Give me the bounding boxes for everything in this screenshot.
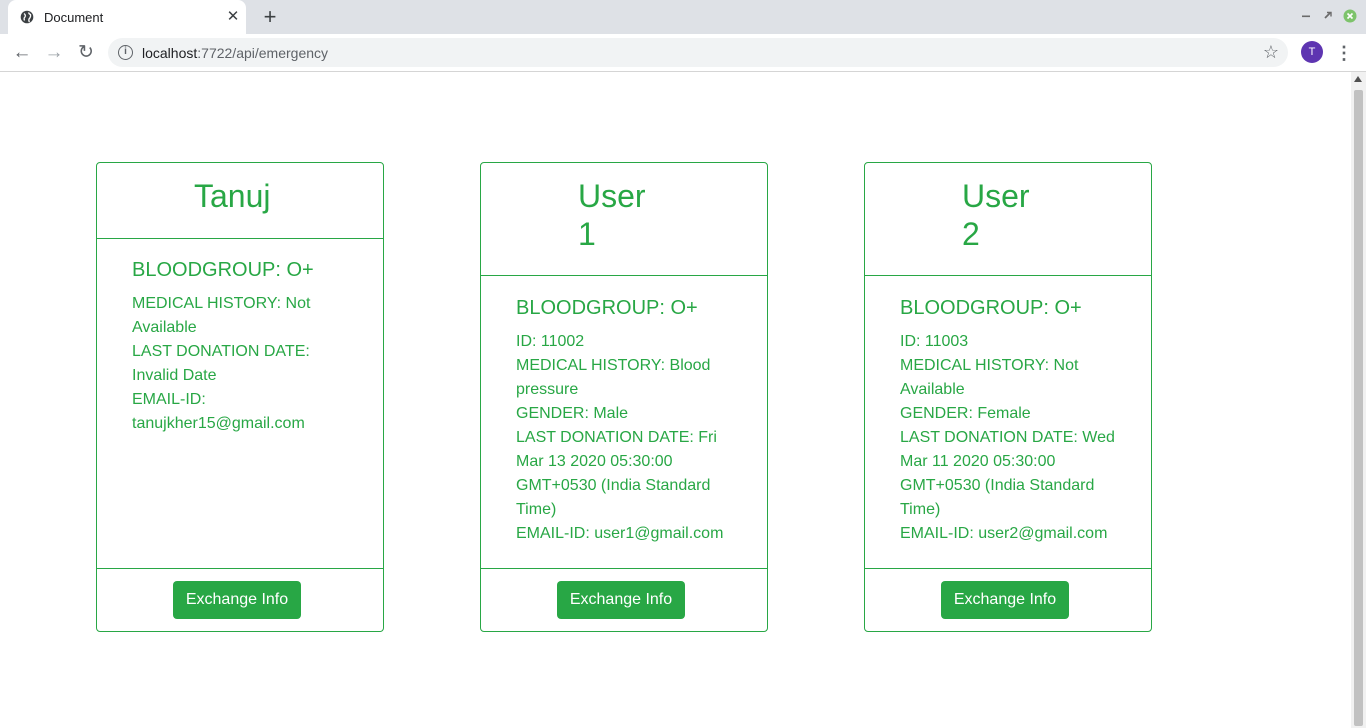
info-line: LAST DONATION DATE:: [132, 343, 310, 360]
bookmark-star-icon[interactable]: ☆: [1262, 43, 1280, 61]
card-footer: Exchange Info: [481, 568, 767, 631]
info-line: EMAIL-ID: user1@gmail.com: [516, 525, 724, 542]
browser-tab[interactable]: Document ✕: [8, 0, 246, 34]
donor-card-user2: User 2 BLOODGROUP: O+ ID: 11003 MEDICAL …: [864, 162, 1152, 632]
donor-name-line: 1: [578, 216, 596, 252]
card-body: BLOODGROUP: O+ MEDICAL HISTORY: Not Avai…: [132, 258, 357, 436]
card-header: User 1: [481, 163, 767, 276]
card-footer: Exchange Info: [97, 568, 383, 631]
bloodgroup: BLOODGROUP: O+: [132, 259, 314, 281]
page-viewport: Tanuj BLOODGROUP: O+ MEDICAL HISTORY: No…: [0, 72, 1351, 728]
donor-name-line: User: [578, 178, 646, 214]
vertical-scrollbar[interactable]: [1351, 72, 1366, 728]
minimize-icon[interactable]: [1299, 9, 1313, 23]
info-line: Mar 13 2020 05:30:00: [516, 453, 673, 470]
donor-card-user1: User 1 BLOODGROUP: O+ ID: 11002 MEDICAL …: [480, 162, 768, 632]
bloodgroup: BLOODGROUP: O+: [516, 297, 698, 319]
scroll-up-arrow-icon[interactable]: [1354, 76, 1362, 82]
info-line: GMT+0530 (India Standard: [900, 477, 1095, 494]
address-bar[interactable]: i localhost:7722/api/emergency ☆: [108, 38, 1288, 67]
url-host: localhost: [142, 45, 198, 61]
url-path: :7722/api/emergency: [197, 45, 329, 61]
info-line: Available: [900, 381, 965, 398]
info-line: LAST DONATION DATE: Wed: [900, 429, 1115, 446]
card-body: BLOODGROUP: O+ ID: 11002 MEDICAL HISTORY…: [516, 296, 741, 546]
info-line: ID: 11002: [516, 333, 585, 350]
info-line: LAST DONATION DATE: Fri: [516, 429, 717, 446]
info-line: GENDER: Male: [516, 405, 629, 422]
menu-dots-icon[interactable]: ⋮: [1334, 40, 1354, 66]
globe-icon: [20, 10, 34, 24]
card-header: Tanuj: [97, 163, 383, 239]
tab-strip: Document ✕ +: [0, 0, 1366, 34]
info-line: EMAIL-ID: user2@gmail.com: [900, 525, 1108, 542]
tab-title: Document: [44, 10, 104, 25]
info-line: MEDICAL HISTORY: Not: [132, 295, 311, 312]
info-line: MEDICAL HISTORY: Blood: [516, 357, 711, 374]
forward-arrow-icon[interactable]: →: [41, 40, 67, 66]
donor-name-line: 2: [962, 216, 980, 252]
info-line: Invalid Date: [132, 367, 217, 384]
donor-name: User 1: [578, 177, 646, 253]
info-line: Available: [132, 319, 197, 336]
info-line: MEDICAL HISTORY: Not: [900, 357, 1079, 374]
url-text[interactable]: localhost:7722/api/emergency: [142, 45, 328, 61]
card-body: BLOODGROUP: O+ ID: 11003 MEDICAL HISTORY…: [900, 296, 1125, 546]
donor-name: User 2: [962, 177, 1030, 253]
exchange-info-button[interactable]: Exchange Info: [173, 581, 301, 619]
donor-name: Tanuj: [194, 178, 271, 214]
close-window-icon[interactable]: [1343, 9, 1357, 23]
donor-name-line: User: [962, 178, 1030, 214]
profile-avatar[interactable]: T: [1301, 41, 1323, 63]
exchange-info-button[interactable]: Exchange Info: [941, 581, 1069, 619]
reload-icon[interactable]: ↻: [73, 40, 99, 66]
browser-toolbar: ← → ↻ i localhost:7722/api/emergency ☆ T…: [0, 34, 1366, 72]
card-header: User 2: [865, 163, 1151, 276]
exchange-info-button[interactable]: Exchange Info: [557, 581, 685, 619]
card-footer: Exchange Info: [865, 568, 1151, 631]
info-line: Time): [900, 501, 941, 518]
back-arrow-icon[interactable]: ←: [9, 40, 35, 66]
info-icon[interactable]: i: [118, 45, 133, 60]
info-line: ID: 11003: [900, 333, 969, 350]
close-tab-icon[interactable]: ✕: [224, 8, 242, 26]
info-line: Time): [516, 501, 557, 518]
restore-icon[interactable]: [1321, 9, 1335, 23]
info-line: Mar 11 2020 05:30:00: [900, 453, 1056, 470]
info-line: GMT+0530 (India Standard: [516, 477, 711, 494]
info-line: pressure: [516, 381, 579, 398]
info-line: tanujkher15@gmail.com: [132, 415, 305, 432]
info-line: GENDER: Female: [900, 405, 1031, 422]
new-tab-icon[interactable]: +: [259, 6, 281, 28]
info-line: EMAIL-ID:: [132, 391, 206, 408]
bloodgroup: BLOODGROUP: O+: [900, 297, 1082, 319]
donor-card-tanuj: Tanuj BLOODGROUP: O+ MEDICAL HISTORY: No…: [96, 162, 384, 632]
scrollbar-thumb[interactable]: [1354, 90, 1363, 726]
